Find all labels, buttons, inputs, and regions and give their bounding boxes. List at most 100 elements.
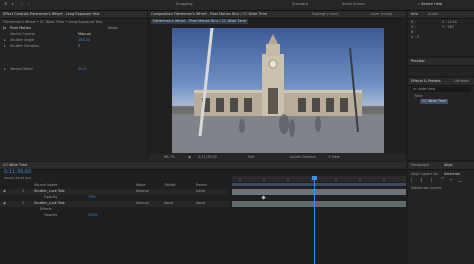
ruler-ticks — [239, 178, 385, 182]
info-a: A : 0 — [411, 35, 420, 39]
preview-header: Preview — [408, 58, 474, 66]
composition-breadcrumb[interactable]: Fisherman's Wharf - Pixel Motion Blur / … — [151, 19, 248, 24]
col-mode: Mode — [136, 183, 146, 187]
timeline-timecode[interactable]: 0;11;30;02 — [4, 170, 31, 175]
effects-presets-header: Effects & Presets Libraries — [408, 78, 474, 86]
align-right-icon[interactable]: ▕ — [429, 178, 432, 183]
camera-icon[interactable]: ◉ — [188, 155, 191, 160]
property-value[interactable]: 100% — [88, 213, 98, 218]
workspace-standard[interactable]: Standard — [292, 2, 308, 7]
paragraph-tab[interactable]: Paragraph — [411, 163, 429, 168]
vector-detail-value[interactable]: 20.0 — [78, 67, 86, 72]
effects-presets-tab[interactable]: Effects & Presets — [411, 79, 441, 84]
visibility-eye-icon[interactable]: ◉ — [3, 189, 6, 194]
effect-name: Pixel Motion — [10, 26, 32, 30]
layer-number: 1 — [22, 189, 25, 193]
layer-trkmat-dropdown[interactable]: None — [164, 201, 173, 206]
shutter-samples-value[interactable]: 8 — [78, 44, 80, 49]
ec-row-vector-detail: ▸ Vector Detail 20.0 — [0, 67, 147, 73]
ec-row-shutter-samples: ▸ Shutter Samples 8 — [0, 44, 147, 50]
snapping-toggle[interactable]: Snapping — [176, 2, 192, 7]
zoom-dropdown[interactable]: 66.7% — [164, 155, 175, 160]
row-label: Shutter Samples — [10, 44, 40, 48]
col-parent: Parent — [196, 183, 208, 187]
distribute-label: Distribute Layers: — [411, 186, 443, 190]
layer-parent-dropdown[interactable]: None — [196, 201, 205, 206]
shutter-angle-value[interactable]: 180.00 — [78, 38, 90, 43]
layer-tab[interactable]: Layer (none) — [370, 12, 392, 17]
property-value[interactable]: 75% — [88, 195, 96, 200]
rect-tool-icon[interactable]: ⬚ — [20, 2, 23, 7]
select-tool-icon[interactable]: ▸ — [12, 2, 14, 7]
align-buttons: ▏ ┃ ▕ ▔ ━ ▁ — [411, 178, 471, 184]
vector-control-dropdown[interactable]: Manual — [78, 32, 91, 37]
playhead-handle[interactable] — [312, 176, 317, 180]
align-vcenter-icon[interactable]: ━ — [450, 178, 452, 183]
effect-controls-breadcrumb: Fisherman's Wharf • CC Wide Time • Long … — [3, 20, 103, 24]
info-tab[interactable]: Info — [411, 12, 418, 17]
audio-tab[interactable]: Audio — [428, 12, 438, 17]
timeline-fps: 00342 (29.97 fps) — [4, 176, 31, 180]
align-layers-label: Align Layers to: — [411, 172, 439, 176]
fx-icon[interactable]: ƒx — [3, 26, 6, 31]
expand-arrow-icon[interactable]: ▸ — [4, 67, 6, 72]
align-bottom-icon[interactable]: ▁ — [459, 178, 462, 183]
work-area-bar[interactable] — [232, 183, 406, 186]
row-label: Vector Detail — [10, 67, 33, 71]
align-header: Paragraph Align — [408, 162, 474, 170]
preview-tab[interactable]: Preview — [411, 59, 425, 64]
row-label: Shutter Angle — [10, 38, 35, 42]
menu-icon[interactable]: ☰ — [4, 2, 7, 7]
timeline-header: CC Wide Time — [0, 162, 406, 170]
align-top-icon[interactable]: ▔ — [441, 178, 444, 183]
composition-header: Composition Fisherman's Wharf - Pixel Mo… — [148, 11, 406, 19]
layer-mode-dropdown[interactable]: Normal — [136, 201, 149, 206]
align-tab[interactable]: Align — [444, 163, 453, 168]
views-dropdown[interactable]: 1 View — [328, 155, 340, 160]
property-label: Effects — [40, 207, 52, 211]
current-time[interactable]: 0;11;30;02 — [198, 155, 217, 160]
info-y: Y : 587 — [442, 25, 455, 29]
zoom-tool-icon[interactable]: ⌕ — [28, 2, 30, 7]
layer-bar[interactable] — [232, 201, 406, 207]
info-panel: Info Audio R : G : B : A : 0 X : 1216 Y … — [408, 11, 474, 56]
timeline-tab[interactable]: CC Wide Time — [3, 163, 27, 168]
effect-reset-link[interactable]: Reset — [108, 26, 118, 31]
layer-name[interactable]: Shutter_Luck Test — [34, 189, 65, 194]
composition-panel: Composition Fisherman's Wharf - Pixel Mo… — [148, 11, 406, 161]
align-panel: Paragraph Align Align Layers to: Selecti… — [408, 162, 474, 264]
playhead[interactable] — [314, 176, 315, 264]
libraries-tab[interactable]: Libraries — [454, 79, 469, 84]
effect-controls-tab[interactable]: Effect Controls Fisherman's Wharf - Long… — [3, 12, 100, 17]
timeline-sub-row: Opacity 100% — [0, 213, 230, 219]
search-help-input[interactable]: ⌕ Search Help — [418, 2, 442, 7]
cc-wide-time-item[interactable]: CC Wide Time — [420, 99, 449, 104]
align-target-dropdown[interactable]: Selection — [444, 172, 460, 177]
top-bar: ☰ ▸ ⬚ ⌕ Snapping Standard Small Screen ⌕… — [0, 0, 474, 11]
composition-viewer[interactable] — [172, 28, 384, 153]
effect-controls-panel: Effect Controls Fisherman's Wharf - Long… — [0, 11, 147, 161]
layer-number: 2 — [22, 201, 25, 205]
layer-parent-dropdown[interactable]: None — [196, 189, 205, 194]
layer-name[interactable]: Shutter_Luck Test — [34, 201, 65, 206]
composition-tab[interactable]: Composition Fisherman's Wharf - Pixel Mo… — [151, 12, 267, 17]
timeline-panel: CC Wide Time 0;11;30;02 00342 (29.97 fps… — [0, 162, 406, 264]
property-label: Opacity — [44, 195, 58, 199]
footage-tab[interactable]: Footage (none) — [312, 12, 339, 17]
time-ruler[interactable] — [232, 176, 406, 182]
keyframe-icon[interactable] — [261, 195, 266, 200]
workspace-small-screen[interactable]: Small Screen — [342, 2, 365, 7]
align-hcenter-icon[interactable]: ┃ — [420, 178, 422, 183]
expand-arrow-icon[interactable]: ▸ — [4, 44, 6, 49]
info-header: Info Audio — [408, 11, 474, 19]
resolution-dropdown[interactable]: Full — [248, 155, 254, 160]
active-camera-dropdown[interactable]: Active Camera — [290, 155, 316, 160]
align-left-icon[interactable]: ▏ — [411, 178, 414, 183]
expand-arrow-icon[interactable]: ▸ — [4, 38, 6, 43]
visibility-eye-icon[interactable]: ◉ — [3, 201, 6, 206]
effects-search-input[interactable]: cc wide time — [411, 87, 471, 92]
layer-bar[interactable] — [232, 189, 406, 195]
row-label: Vector Control — [10, 32, 35, 36]
property-label: Opacity — [44, 213, 58, 217]
layer-mode-dropdown[interactable]: Normal — [136, 189, 149, 194]
